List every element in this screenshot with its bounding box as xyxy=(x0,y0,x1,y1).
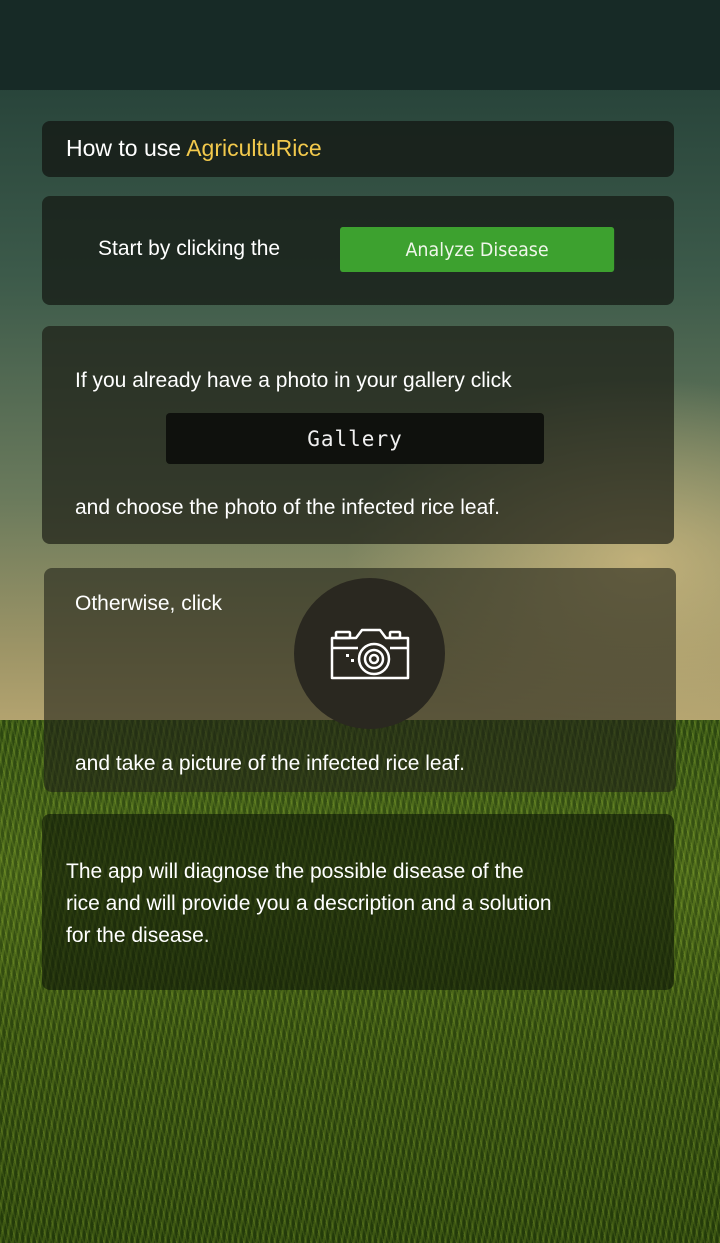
title-card: How to use AgricultuRice xyxy=(42,121,674,177)
diagnosis-info-card: The app will diagnose the possible disea… xyxy=(42,814,674,990)
screen: How to use AgricultuRice Start by clicki… xyxy=(0,0,720,1243)
step-analyze-text: Start by clicking the xyxy=(98,237,281,260)
gallery-button[interactable]: Gallery xyxy=(166,413,544,464)
page-title: How to use AgricultuRice xyxy=(66,135,322,162)
step-camera-text-after: and take a picture of the infected rice … xyxy=(75,752,465,775)
camera-icon xyxy=(330,628,409,679)
camera-button[interactable] xyxy=(294,578,445,729)
step-gallery-text-before: If you already have a photo in your gall… xyxy=(75,369,512,392)
step-gallery-card: If you already have a photo in your gall… xyxy=(42,326,674,544)
status-bar xyxy=(0,0,720,90)
step-camera-text-before: Otherwise, click xyxy=(75,592,223,615)
app-name: AgricultuRice xyxy=(186,135,322,161)
diagnosis-line-2: rice and will provide you a description … xyxy=(66,892,552,915)
diagnosis-line-3: for the disease. xyxy=(66,924,210,947)
step-analyze-card: Start by clicking the Analyze Disease xyxy=(42,196,674,305)
step-camera-card: Otherwise, click and take a picture of t… xyxy=(44,568,676,792)
analyze-disease-button[interactable]: Analyze Disease xyxy=(340,227,615,272)
step-gallery-text-after: and choose the photo of the infected ric… xyxy=(75,496,500,519)
diagnosis-line-1: The app will diagnose the possible disea… xyxy=(66,860,524,883)
title-prefix: How to use xyxy=(66,135,187,161)
